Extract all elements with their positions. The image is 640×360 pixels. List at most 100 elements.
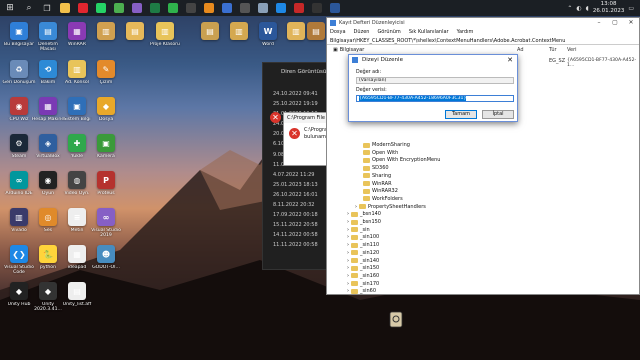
app-icon: W [259, 22, 277, 40]
notification-icon[interactable]: ▭ [628, 5, 634, 12]
start-icon[interactable]: ⊞ [0, 0, 20, 16]
address-bar[interactable]: Bilgisayar\HKEY_CLASSES_ROOT\*\shellex\C… [327, 37, 639, 45]
ok-button[interactable]: Tamam [445, 110, 477, 119]
desktop-icon[interactable]: ▥ [223, 22, 255, 42]
app-icon: ♻ [10, 60, 28, 78]
chevron-up-icon[interactable]: ⌃ [567, 5, 572, 12]
desktop-icon[interactable]: ▥ Proje Klasörü [149, 22, 181, 47]
app-icon: ▥ [230, 22, 248, 40]
app-red-icon[interactable] [290, 0, 308, 16]
menu-item[interactable]: Sık Kullanılanlar [409, 28, 449, 37]
desktop-icon[interactable]: ▤ [119, 22, 151, 42]
clock[interactable]: 13:08 26.01.2023 [593, 1, 625, 15]
app-green-icon[interactable] [164, 0, 182, 16]
desktop-icon[interactable]: ▤ [194, 22, 226, 42]
cancel-button[interactable]: İptal [482, 110, 514, 119]
column-header-name[interactable]: Ad [517, 47, 524, 53]
dialog-icon [352, 57, 358, 63]
desktop-icon[interactable]: ▤ Unity_list.aff [61, 282, 93, 307]
folder-icon [351, 250, 358, 256]
date-entry[interactable]: 24.10.2022 09:41 [273, 89, 329, 99]
desktop-icon[interactable]: ❮❯ Visual Studio Code [3, 245, 35, 276]
opera-icon[interactable] [74, 0, 92, 16]
close-button[interactable]: ✕ [623, 18, 639, 28]
error-dialog-title: C:\Program File [284, 113, 328, 123]
date-entry[interactable]: 11.11.2022 00:58 [273, 240, 329, 250]
regedit-icon [330, 20, 336, 26]
desktop-icon[interactable]: ◆ Unity 2020.3.41... [32, 282, 64, 313]
desktop-icon[interactable]: ▦ WinRAR [61, 22, 93, 47]
desktop-icon[interactable]: ☻ GODOT-Oİ... [90, 245, 122, 270]
date-entry[interactable]: 25.10.2022 19:19 [273, 99, 329, 109]
menu-item[interactable]: Görünüm [377, 28, 400, 37]
desktop-icon[interactable]: ◆ Dosya [90, 97, 122, 122]
settings-icon[interactable] [254, 0, 272, 16]
maximize-button[interactable]: ▢ [607, 18, 623, 28]
title-bar[interactable]: Kayıt Defteri Düzenleyicisi – ▢ ✕ [327, 18, 639, 28]
volume-icon[interactable]: ◖ [586, 5, 589, 12]
app-icon: ◉ [39, 171, 57, 189]
date-entry[interactable]: 26.10.2022 16:01 [273, 190, 329, 200]
dialog-title-bar[interactable]: Dizeyi Düzenle ✕ [349, 55, 517, 65]
desktop-icon-label: Proteus [97, 191, 115, 196]
chevron-right-icon[interactable]: › [347, 287, 349, 294]
close-button[interactable]: ✕ [505, 55, 515, 65]
folder-icon [351, 265, 358, 271]
obs-icon[interactable] [308, 0, 326, 16]
terminal-icon[interactable] [182, 0, 200, 16]
desktop-icon[interactable]: ▣ Kamera [90, 134, 122, 159]
folder-icon [351, 211, 358, 217]
menu-item[interactable]: Yardım [457, 28, 474, 37]
app-icon: ▤ [307, 22, 325, 40]
value-name-field[interactable]: (Varsayılan) [356, 77, 514, 84]
desktop-icon-label: Unity_list.aff [62, 302, 92, 307]
ie-icon[interactable] [272, 0, 290, 16]
taskbar: ⊞ ⌕ ❐ ⌃ ◐ ◖ 13:08 26.01.2023 ▭ [0, 0, 640, 16]
menu-item[interactable]: Düzen [354, 28, 370, 37]
column-header-data[interactable]: Veri [567, 47, 577, 53]
search-icon[interactable]: ⌕ [20, 0, 38, 16]
date-entry[interactable]: 15.11.2022 20:58 [273, 220, 329, 230]
file-explorer-icon[interactable] [56, 0, 74, 16]
folder-icon [351, 258, 358, 263]
error-dialog[interactable]: C:\Program File ✕ C:\Progra bulunam [283, 112, 329, 166]
excel-icon[interactable] [146, 0, 164, 16]
app-icon: ∞ [10, 171, 28, 189]
column-header-type[interactable]: Tür [549, 47, 557, 53]
date-entry[interactable]: 4.07.2022 11:29 [273, 170, 329, 180]
date-entry[interactable]: 25.01.2023 18:13 [273, 180, 329, 190]
chrome-icon[interactable] [110, 0, 128, 16]
date-entry[interactable]: 14.11.2022 00:58 [273, 230, 329, 240]
folder-icon [363, 142, 370, 148]
value-data-field[interactable]: {A6595CD1-BF77-430A-A452-18696A0F3C31} [356, 95, 514, 102]
app-orange-icon[interactable] [200, 0, 218, 16]
desktop-icon[interactable]: P Proteus [90, 171, 122, 196]
date-entry[interactable]: 8.11.2022 20:32 [273, 200, 329, 210]
photos-icon[interactable] [218, 0, 236, 16]
tree-root[interactable]: ▣ Bilgisayar [333, 47, 364, 53]
desktop-icon[interactable]: ∞ Visual Studio 2019 [90, 208, 122, 239]
window-title: Kayıt Defteri Düzenleyicisi [339, 20, 405, 26]
app-icon: 🐍 [39, 245, 57, 263]
app-icon: P [97, 171, 115, 189]
menu-item[interactable]: Dosya [330, 28, 346, 37]
whatsapp-icon[interactable] [92, 0, 110, 16]
app-icon: ▥ [97, 22, 115, 40]
recycle-bin-icon[interactable] [385, 307, 407, 329]
app-icon: ✚ [68, 134, 86, 152]
network-icon[interactable]: ◐ [576, 5, 581, 12]
task-view-icon[interactable]: ❐ [38, 0, 56, 16]
app-icon: ▣ [97, 134, 115, 152]
desktop-icon[interactable]: ▤ Denetim Masası [32, 22, 64, 53]
app-icon: ▥ [156, 22, 174, 40]
edit-string-dialog[interactable]: Dizeyi Düzenle ✕ Değer adı: (Varsayılan)… [348, 54, 518, 122]
minimize-button[interactable]: – [591, 18, 607, 28]
desktop-icon[interactable]: ✎ Çizim [90, 60, 122, 85]
app-dark-icon[interactable] [236, 0, 254, 16]
app-icon: ▣ [68, 97, 86, 115]
date-entry[interactable]: 17.09.2022 00:18 [273, 210, 329, 220]
word-icon[interactable] [326, 0, 344, 16]
desktop-icon[interactable]: ▥ [90, 22, 122, 42]
tree-item[interactable]: › _sin60 [347, 287, 376, 294]
visual-studio-icon[interactable] [128, 0, 146, 16]
